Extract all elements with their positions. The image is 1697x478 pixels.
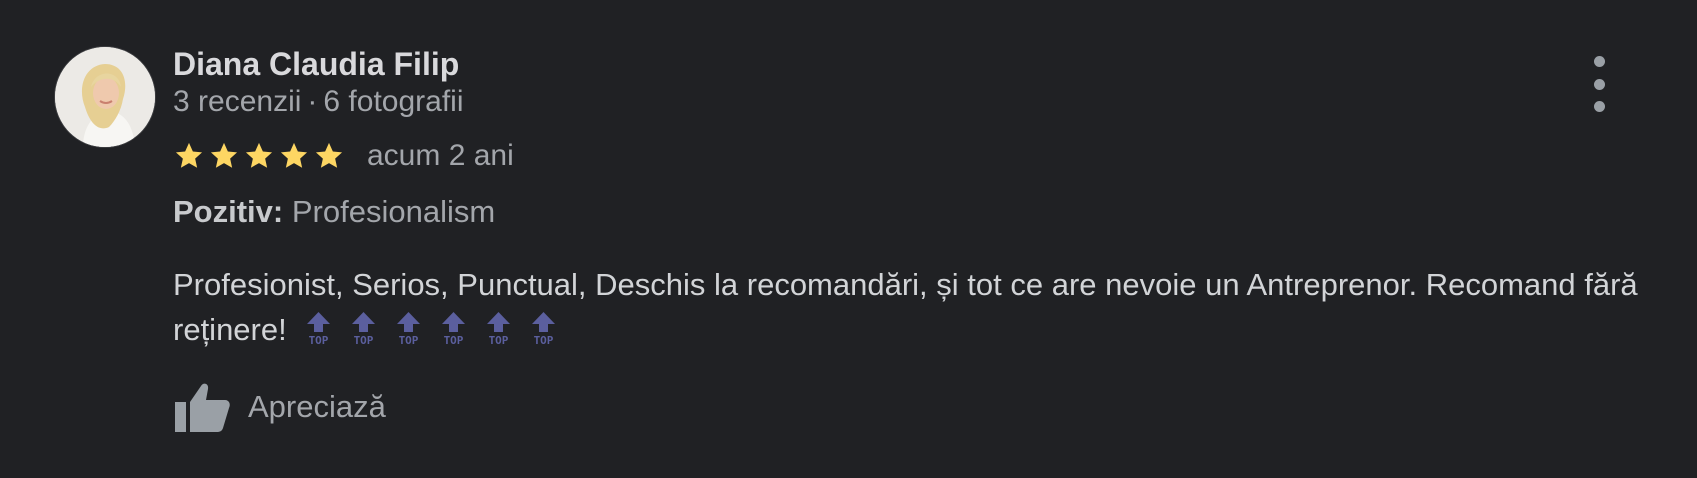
svg-text:TOP: TOP <box>533 334 553 346</box>
star-icon <box>210 142 238 168</box>
star-icon <box>175 142 203 168</box>
review-text: Profesionist, Serios, Punctual, Deschis … <box>173 262 1653 352</box>
top-emoji-group: TOP TOP TOP TOP TOP TOP <box>301 310 561 346</box>
top-arrow-emoji: TOP <box>486 312 510 346</box>
svg-text:TOP: TOP <box>488 334 508 346</box>
star-icon <box>245 142 273 168</box>
author-name[interactable]: Diana Claudia Filip <box>173 44 1577 84</box>
top-arrow-emoji: TOP <box>441 312 465 346</box>
star-icon <box>315 142 343 168</box>
star-icon <box>280 142 308 168</box>
avatar-photo <box>55 47 155 147</box>
top-arrow-emoji: TOP <box>351 312 375 346</box>
review-attribute: Pozitiv: Profesionalism <box>173 192 1577 232</box>
meta-separator: · <box>307 85 318 118</box>
svg-text:TOP: TOP <box>398 334 418 346</box>
thumbs-up-icon <box>175 383 230 432</box>
review-content: Diana Claudia Filip 3 recenzii · 6 fotogra… <box>173 44 1638 434</box>
attribute-value: Profesionalism <box>291 194 496 229</box>
author-meta: 3 recenzii · 6 fotografii <box>173 84 1577 120</box>
like-label: Apreciază <box>248 389 386 424</box>
review-card: Diana Claudia Filip 3 recenzii · 6 fotogra… <box>0 0 1697 478</box>
more-options-button[interactable] <box>1580 56 1618 112</box>
more-vertical-icon-dot <box>1593 78 1605 90</box>
svg-text:TOP: TOP <box>308 334 328 346</box>
author-photo-count: 6 fotografii <box>323 85 464 118</box>
top-arrow-emoji: TOP <box>531 312 555 346</box>
top-arrow-emoji: TOP <box>306 312 330 346</box>
svg-text:TOP: TOP <box>443 334 463 346</box>
svg-text:TOP: TOP <box>353 334 373 346</box>
top-arrow-emoji: TOP <box>396 312 420 346</box>
review-time: acum 2 ani <box>367 139 514 172</box>
like-button[interactable]: Apreciază <box>173 380 413 434</box>
rating-row: acum 2 ani <box>173 138 1577 174</box>
star-rating <box>173 140 345 172</box>
attribute-label: Pozitiv: <box>173 194 284 229</box>
more-vertical-icon-dot <box>1593 101 1605 112</box>
more-vertical-icon <box>1593 56 1605 67</box>
author-avatar[interactable] <box>55 47 155 147</box>
author-review-count: 3 recenzii <box>173 85 302 118</box>
